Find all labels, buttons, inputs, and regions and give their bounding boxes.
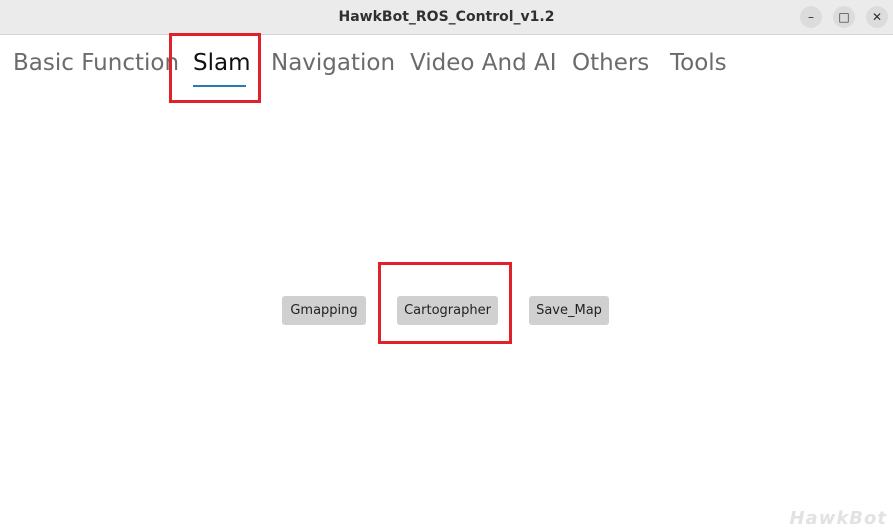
tab-video-and-ai[interactable]: Video And AI [410, 50, 557, 76]
tab-navigation[interactable]: Navigation [271, 50, 395, 76]
tab-basic-function[interactable]: Basic Function [13, 50, 179, 76]
maximize-icon: □ [838, 10, 850, 24]
watermark: HawkBot [789, 508, 887, 529]
window-titlebar: HawkBot_ROS_Control_v1.2 – □ ✕ [0, 0, 893, 35]
tab-tools[interactable]: Tools [670, 50, 727, 76]
tab-others[interactable]: Others [572, 50, 649, 76]
close-icon: ✕ [871, 10, 883, 24]
highlight-box-cartographer [378, 262, 512, 344]
close-button[interactable]: ✕ [866, 6, 888, 28]
tab-bar: Basic Function Slam Navigation Video And… [0, 35, 893, 99]
highlight-box-slam-tab [169, 33, 261, 103]
maximize-button[interactable]: □ [833, 6, 855, 28]
minimize-icon: – [808, 10, 814, 24]
save-map-button[interactable]: Save_Map [529, 296, 609, 325]
window-title: HawkBot_ROS_Control_v1.2 [338, 9, 555, 25]
gmapping-button[interactable]: Gmapping [282, 296, 366, 325]
minimize-button[interactable]: – [800, 6, 822, 28]
